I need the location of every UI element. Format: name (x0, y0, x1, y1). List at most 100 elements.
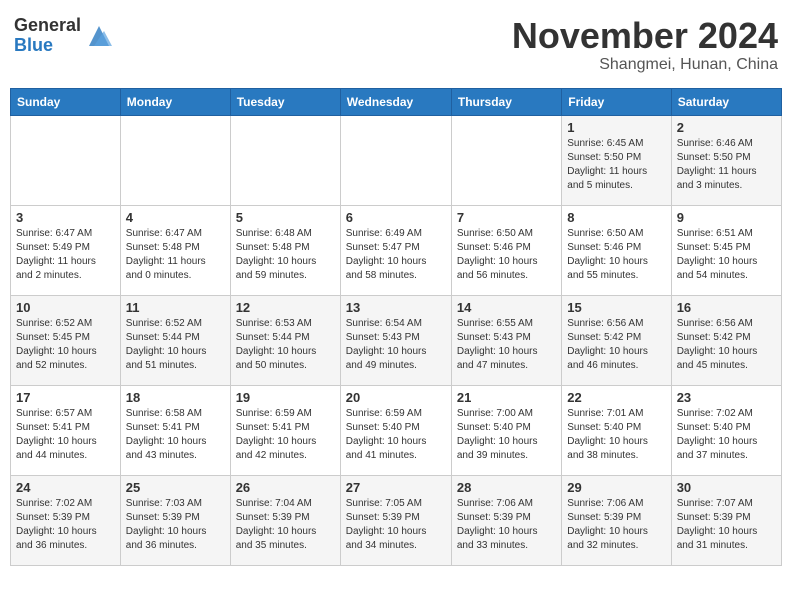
day-number: 9 (677, 210, 776, 225)
calendar-day-cell: 24 Sunrise: 7:02 AM Sunset: 5:39 PM Dayli… (11, 475, 121, 565)
day-info: Sunrise: 7:01 AM Sunset: 5:40 PM Dayligh… (567, 407, 665, 463)
calendar-week-row: 24 Sunrise: 7:02 AM Sunset: 5:39 PM Dayli… (11, 475, 782, 565)
logo-icon (84, 21, 114, 51)
day-of-week-header: Monday (120, 88, 230, 115)
calendar-header-row: SundayMondayTuesdayWednesdayThursdayFrid… (11, 88, 782, 115)
day-info: Sunrise: 7:05 AM Sunset: 5:39 PM Dayligh… (346, 497, 446, 553)
calendar-day-cell (120, 115, 230, 205)
day-number: 17 (16, 390, 115, 405)
day-info: Sunrise: 6:47 AM Sunset: 5:49 PM Dayligh… (16, 227, 115, 283)
calendar-day-cell: 27 Sunrise: 7:05 AM Sunset: 5:39 PM Dayli… (340, 475, 451, 565)
calendar-day-cell: 18Sunrise: 6:58 AM Sunset: 5:41 PM Dayli… (120, 385, 230, 475)
day-info: Sunrise: 7:02 AM Sunset: 5:39 PM Dayligh… (16, 497, 115, 553)
calendar-week-row: 1Sunrise: 6:45 AM Sunset: 5:50 PM Daylig… (11, 115, 782, 205)
day-number: 15 (567, 300, 665, 315)
day-number: 14 (457, 300, 556, 315)
calendar-day-cell: 12Sunrise: 6:53 AM Sunset: 5:44 PM Dayli… (230, 295, 340, 385)
calendar-day-cell: 28 Sunrise: 7:06 AM Sunset: 5:39 PM Dayli… (451, 475, 561, 565)
calendar-day-cell: 26Sunrise: 7:04 AM Sunset: 5:39 PM Dayli… (230, 475, 340, 565)
day-info: Sunrise: 6:52 AM Sunset: 5:45 PM Dayligh… (16, 317, 115, 373)
day-number: 18 (126, 390, 225, 405)
month-title: November 2024 (512, 16, 778, 56)
day-info: Sunrise: 6:59 AM Sunset: 5:41 PM Dayligh… (236, 407, 335, 463)
day-of-week-header: Thursday (451, 88, 561, 115)
day-info: Sunrise: 6:55 AM Sunset: 5:43 PM Dayligh… (457, 317, 556, 373)
calendar-day-cell: 19Sunrise: 6:59 AM Sunset: 5:41 PM Dayli… (230, 385, 340, 475)
day-number: 4 (126, 210, 225, 225)
day-of-week-header: Tuesday (230, 88, 340, 115)
day-number: 13 (346, 300, 446, 315)
logo-general-text: General (14, 16, 81, 36)
day-number: 7 (457, 210, 556, 225)
day-number: 25 (126, 480, 225, 495)
calendar-day-cell: 6Sunrise: 6:49 AM Sunset: 5:47 PM Daylig… (340, 205, 451, 295)
calendar-day-cell: 14 Sunrise: 6:55 AM Sunset: 5:43 PM Dayli… (451, 295, 561, 385)
calendar-day-cell: 2 Sunrise: 6:46 AM Sunset: 5:50 PM Daylig… (671, 115, 781, 205)
calendar-day-cell: 4Sunrise: 6:47 AM Sunset: 5:48 PM Daylig… (120, 205, 230, 295)
day-info: Sunrise: 7:07 AM Sunset: 5:39 PM Dayligh… (677, 497, 776, 553)
day-number: 11 (126, 300, 225, 315)
day-number: 21 (457, 390, 556, 405)
day-number: 22 (567, 390, 665, 405)
day-number: 26 (236, 480, 335, 495)
day-number: 2 (677, 120, 776, 135)
calendar-day-cell: 13 Sunrise: 6:54 AM Sunset: 5:43 PM Dayli… (340, 295, 451, 385)
day-number: 6 (346, 210, 446, 225)
calendar-table: SundayMondayTuesdayWednesdayThursdayFrid… (10, 88, 782, 566)
day-number: 10 (16, 300, 115, 315)
day-info: Sunrise: 7:00 AM Sunset: 5:40 PM Dayligh… (457, 407, 556, 463)
day-of-week-header: Sunday (11, 88, 121, 115)
calendar-day-cell (11, 115, 121, 205)
logo: General Blue (14, 16, 114, 56)
day-info: Sunrise: 6:45 AM Sunset: 5:50 PM Dayligh… (567, 137, 665, 193)
day-number: 23 (677, 390, 776, 405)
calendar-day-cell: 11 Sunrise: 6:52 AM Sunset: 5:44 PM Dayli… (120, 295, 230, 385)
calendar-week-row: 3 Sunrise: 6:47 AM Sunset: 5:49 PM Daylig… (11, 205, 782, 295)
page-header: General Blue November 2024 Shangmei, Hun… (10, 10, 782, 80)
calendar-day-cell: 5Sunrise: 6:48 AM Sunset: 5:48 PM Daylig… (230, 205, 340, 295)
day-number: 3 (16, 210, 115, 225)
location-subtitle: Shangmei, Hunan, China (512, 56, 778, 74)
calendar-day-cell: 21 Sunrise: 7:00 AM Sunset: 5:40 PM Dayli… (451, 385, 561, 475)
calendar-day-cell: 29 Sunrise: 7:06 AM Sunset: 5:39 PM Dayli… (562, 475, 671, 565)
calendar-day-cell: 22 Sunrise: 7:01 AM Sunset: 5:40 PM Dayli… (562, 385, 671, 475)
calendar-day-cell: 1Sunrise: 6:45 AM Sunset: 5:50 PM Daylig… (562, 115, 671, 205)
calendar-day-cell (340, 115, 451, 205)
day-info: Sunrise: 6:56 AM Sunset: 5:42 PM Dayligh… (567, 317, 665, 373)
calendar-day-cell: 20Sunrise: 6:59 AM Sunset: 5:40 PM Dayli… (340, 385, 451, 475)
day-info: Sunrise: 6:52 AM Sunset: 5:44 PM Dayligh… (126, 317, 225, 373)
day-info: Sunrise: 6:53 AM Sunset: 5:44 PM Dayligh… (236, 317, 335, 373)
day-info: Sunrise: 7:02 AM Sunset: 5:40 PM Dayligh… (677, 407, 776, 463)
day-info: Sunrise: 7:06 AM Sunset: 5:39 PM Dayligh… (457, 497, 556, 553)
calendar-day-cell: 10 Sunrise: 6:52 AM Sunset: 5:45 PM Dayli… (11, 295, 121, 385)
calendar-day-cell: 23 Sunrise: 7:02 AM Sunset: 5:40 PM Dayli… (671, 385, 781, 475)
day-number: 28 (457, 480, 556, 495)
day-number: 16 (677, 300, 776, 315)
calendar-day-cell: 9 Sunrise: 6:51 AM Sunset: 5:45 PM Daylig… (671, 205, 781, 295)
calendar-day-cell: 16 Sunrise: 6:56 AM Sunset: 5:42 PM Dayli… (671, 295, 781, 385)
day-info: Sunrise: 6:50 AM Sunset: 5:46 PM Dayligh… (457, 227, 556, 283)
day-number: 29 (567, 480, 665, 495)
day-info: Sunrise: 6:51 AM Sunset: 5:45 PM Dayligh… (677, 227, 776, 283)
calendar-day-cell (451, 115, 561, 205)
day-info: Sunrise: 6:56 AM Sunset: 5:42 PM Dayligh… (677, 317, 776, 373)
logo-blue-text: Blue (14, 36, 81, 56)
day-of-week-header: Friday (562, 88, 671, 115)
calendar-day-cell: 8Sunrise: 6:50 AM Sunset: 5:46 PM Daylig… (562, 205, 671, 295)
calendar-week-row: 10 Sunrise: 6:52 AM Sunset: 5:45 PM Dayli… (11, 295, 782, 385)
day-info: Sunrise: 6:46 AM Sunset: 5:50 PM Dayligh… (677, 137, 776, 193)
day-number: 27 (346, 480, 446, 495)
day-info: Sunrise: 6:59 AM Sunset: 5:40 PM Dayligh… (346, 407, 446, 463)
calendar-day-cell: 17 Sunrise: 6:57 AM Sunset: 5:41 PM Dayli… (11, 385, 121, 475)
calendar-day-cell: 30Sunrise: 7:07 AM Sunset: 5:39 PM Dayli… (671, 475, 781, 565)
title-section: November 2024 Shangmei, Hunan, China (512, 16, 778, 74)
day-of-week-header: Wednesday (340, 88, 451, 115)
calendar-day-cell: 3 Sunrise: 6:47 AM Sunset: 5:49 PM Daylig… (11, 205, 121, 295)
calendar-day-cell: 7 Sunrise: 6:50 AM Sunset: 5:46 PM Daylig… (451, 205, 561, 295)
day-info: Sunrise: 6:57 AM Sunset: 5:41 PM Dayligh… (16, 407, 115, 463)
calendar-day-cell: 25Sunrise: 7:03 AM Sunset: 5:39 PM Dayli… (120, 475, 230, 565)
day-number: 5 (236, 210, 335, 225)
day-info: Sunrise: 6:54 AM Sunset: 5:43 PM Dayligh… (346, 317, 446, 373)
day-number: 24 (16, 480, 115, 495)
day-info: Sunrise: 7:06 AM Sunset: 5:39 PM Dayligh… (567, 497, 665, 553)
